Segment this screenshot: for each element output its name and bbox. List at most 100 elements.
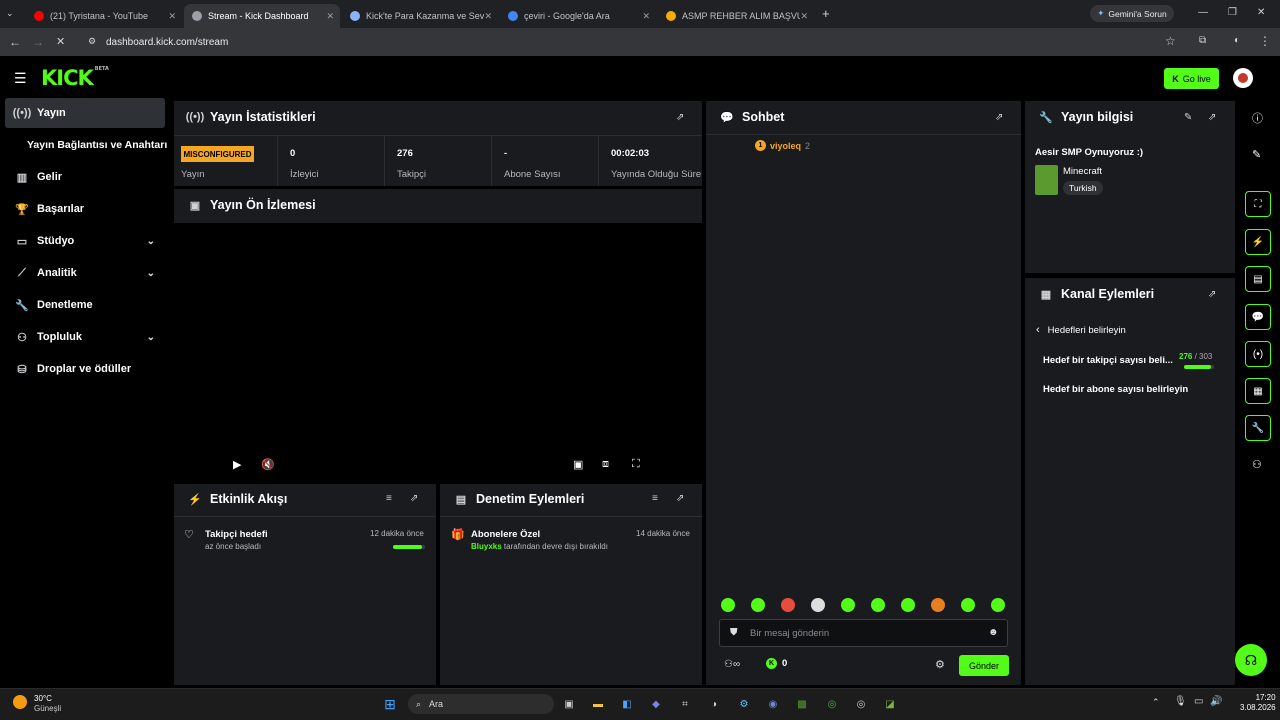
restore-window-icon[interactable]: ❐: [1228, 7, 1237, 18]
filter-icon[interactable]: ≡: [386, 493, 392, 504]
sidebar-item-basarilar[interactable]: 🏆 Başarılar: [5, 194, 165, 224]
extensions-icon[interactable]: ⧉: [1199, 35, 1206, 46]
support-headset-icon[interactable]: ☊: [1235, 644, 1267, 676]
mute-icon[interactable]: 🔇: [261, 458, 275, 471]
emote-icon[interactable]: [901, 598, 915, 612]
chat-viewer-row[interactable]: 1 viyoleq 2: [755, 140, 810, 151]
rail-chat-icon[interactable]: 💬: [1245, 304, 1271, 330]
emote-icon[interactable]: [871, 598, 885, 612]
address-bar[interactable]: ⚙ dashboard.kick.com/stream: [84, 33, 1194, 51]
file-explorer-icon[interactable]: ▬: [589, 695, 607, 713]
emoji-icon[interactable]: ☻: [988, 627, 999, 638]
rail-screen-icon[interactable]: ⛶: [1245, 191, 1271, 217]
sidebar-item-droplar[interactable]: ⛁ Droplar ve ödüller: [5, 354, 165, 384]
sidebar-item-stream-key[interactable]: Yayın Bağlantısı ve Anahtarı: [5, 130, 167, 160]
sidebar-item-yayin[interactable]: ((•)) Yayın: [5, 98, 165, 128]
clock[interactable]: 17:20 3.08.2026: [1240, 693, 1276, 713]
category-name[interactable]: Minecraft: [1063, 166, 1102, 177]
microphone-icon[interactable]: 🎙: [1174, 696, 1187, 707]
new-tab-plus-icon[interactable]: +: [822, 6, 830, 21]
close-tab-icon[interactable]: ✕: [800, 11, 808, 22]
browser-tab-youtube[interactable]: (21) Tyristana - YouTube ✕: [26, 4, 182, 28]
moderator-name[interactable]: Bluyxks: [471, 542, 502, 551]
reload-icon[interactable]: ✕: [56, 35, 65, 48]
goals-back-button[interactable]: ‹ Hedefleri belirleyin: [1036, 324, 1126, 336]
video-player[interactable]: [174, 223, 702, 479]
minimize-window-icon[interactable]: —: [1198, 7, 1208, 18]
filter-icon[interactable]: ≡: [652, 493, 658, 504]
weather-sun-icon[interactable]: [13, 695, 27, 709]
browser-tab-kick-para[interactable]: Kick'te Para Kazanma ve Seviye ✕: [342, 4, 498, 28]
close-window-icon[interactable]: ✕: [1257, 7, 1265, 18]
sidebar-item-analitik[interactable]: ⟋ Analitik ⌄: [5, 258, 165, 288]
edit-pencil-icon[interactable]: ✎: [1184, 112, 1192, 123]
close-tab-icon[interactable]: ✕: [326, 11, 334, 22]
rail-community-icon[interactable]: ⚇: [1252, 458, 1262, 471]
site-info-icon[interactable]: ⚙: [88, 36, 96, 47]
close-tab-icon[interactable]: ✕: [484, 11, 492, 22]
send-button[interactable]: Gönder: [959, 655, 1009, 676]
category-thumbnail[interactable]: [1035, 165, 1058, 195]
menu-dots-icon[interactable]: ⋮: [1259, 34, 1271, 48]
popout-icon[interactable]: ⇗: [410, 493, 418, 504]
popout-icon[interactable]: ⇗: [1208, 289, 1216, 300]
browser-tab-google[interactable]: çeviri - Google'da Ara ✕: [500, 4, 656, 28]
teams-icon[interactable]: ◆: [647, 695, 665, 713]
channel-points[interactable]: K 0: [766, 658, 787, 669]
store-icon[interactable]: ◧: [618, 695, 636, 713]
windows-start-icon[interactable]: ⊞: [381, 695, 399, 713]
popout-icon[interactable]: ⇗: [995, 112, 1003, 123]
hamburger-menu-icon[interactable]: ☰: [14, 70, 27, 87]
capcut-icon[interactable]: ⌗: [676, 695, 694, 713]
profile-icon[interactable]: ◐: [1234, 35, 1240, 46]
rail-lightning-icon[interactable]: ⚡: [1245, 229, 1271, 255]
app-icon[interactable]: ◑: [705, 695, 723, 713]
popout-icon[interactable]: ⇗: [1208, 112, 1216, 123]
user-avatar[interactable]: [1233, 68, 1253, 88]
go-live-button[interactable]: K Go live: [1164, 68, 1219, 89]
popout-icon[interactable]: ⇗: [676, 493, 684, 504]
emote-icon[interactable]: [751, 598, 765, 612]
discord-icon[interactable]: ◉: [764, 695, 782, 713]
browser-tab-asmp[interactable]: ASMP REHBER ALIM BAŞVURU ✕: [658, 4, 814, 28]
minecraft-icon[interactable]: ▩: [793, 695, 811, 713]
tab-search-icon[interactable]: ⌄: [6, 8, 14, 19]
emote-icon[interactable]: [721, 598, 735, 612]
pip-icon[interactable]: ⧈: [602, 458, 609, 471]
info-icon[interactable]: ⓘ: [1252, 110, 1263, 126]
edit-pencil-icon[interactable]: ✎: [1252, 148, 1261, 161]
emote-icon[interactable]: [961, 598, 975, 612]
chat-settings-gear-icon[interactable]: ⚙: [935, 658, 945, 671]
close-tab-icon[interactable]: ✕: [642, 11, 650, 22]
steam-icon[interactable]: ⚙: [735, 695, 753, 713]
emote-icon[interactable]: [931, 598, 945, 612]
play-icon[interactable]: ▶: [233, 458, 241, 471]
chrome-alt-icon[interactable]: ◎: [852, 695, 870, 713]
follower-goal-label[interactable]: Hedef bir takipçi sayısı beli...: [1043, 355, 1173, 366]
rail-stream-icon[interactable]: (•): [1245, 341, 1271, 367]
popout-icon[interactable]: ⇗: [676, 112, 684, 123]
emote-icon[interactable]: [841, 598, 855, 612]
rail-document-icon[interactable]: ▤: [1245, 266, 1271, 292]
browser-tab-kick-dashboard[interactable]: Stream - Kick Dashboard ✕: [184, 4, 340, 28]
sidebar-item-gelir[interactable]: ▥ Gelir: [5, 162, 165, 192]
display-icon[interactable]: ▭: [1194, 696, 1203, 707]
sidebar-item-topluluk[interactable]: ⚇ Topluluk ⌄: [5, 322, 165, 352]
volume-icon[interactable]: 🔊: [1210, 696, 1222, 707]
emote-icon[interactable]: [991, 598, 1005, 612]
weather-widget[interactable]: 30°C Güneşli: [34, 694, 61, 714]
fullscreen-icon[interactable]: ⛶: [632, 458, 640, 471]
theater-mode-icon[interactable]: ▣: [573, 458, 583, 471]
gemini-ask-button[interactable]: ✦ Gemini'a Sorun: [1090, 5, 1174, 22]
chat-message-input[interactable]: ⛊ Bir mesaj gönderin ☻: [719, 619, 1008, 647]
sidebar-item-studyo[interactable]: ▭ Stüdyo ⌄: [5, 226, 165, 256]
emote-icon[interactable]: [811, 598, 825, 612]
minecraft-launcher-icon[interactable]: ◪: [881, 695, 899, 713]
kick-logo[interactable]: KICK BETA: [41, 66, 109, 90]
rail-actions-icon[interactable]: ▦: [1245, 378, 1271, 404]
task-view-icon[interactable]: ▣: [560, 695, 578, 713]
back-arrow-icon[interactable]: ←: [9, 35, 21, 49]
close-tab-icon[interactable]: ✕: [168, 11, 176, 22]
rail-wrench-icon[interactable]: 🔧: [1245, 415, 1271, 441]
chrome-icon[interactable]: ◎: [823, 695, 841, 713]
